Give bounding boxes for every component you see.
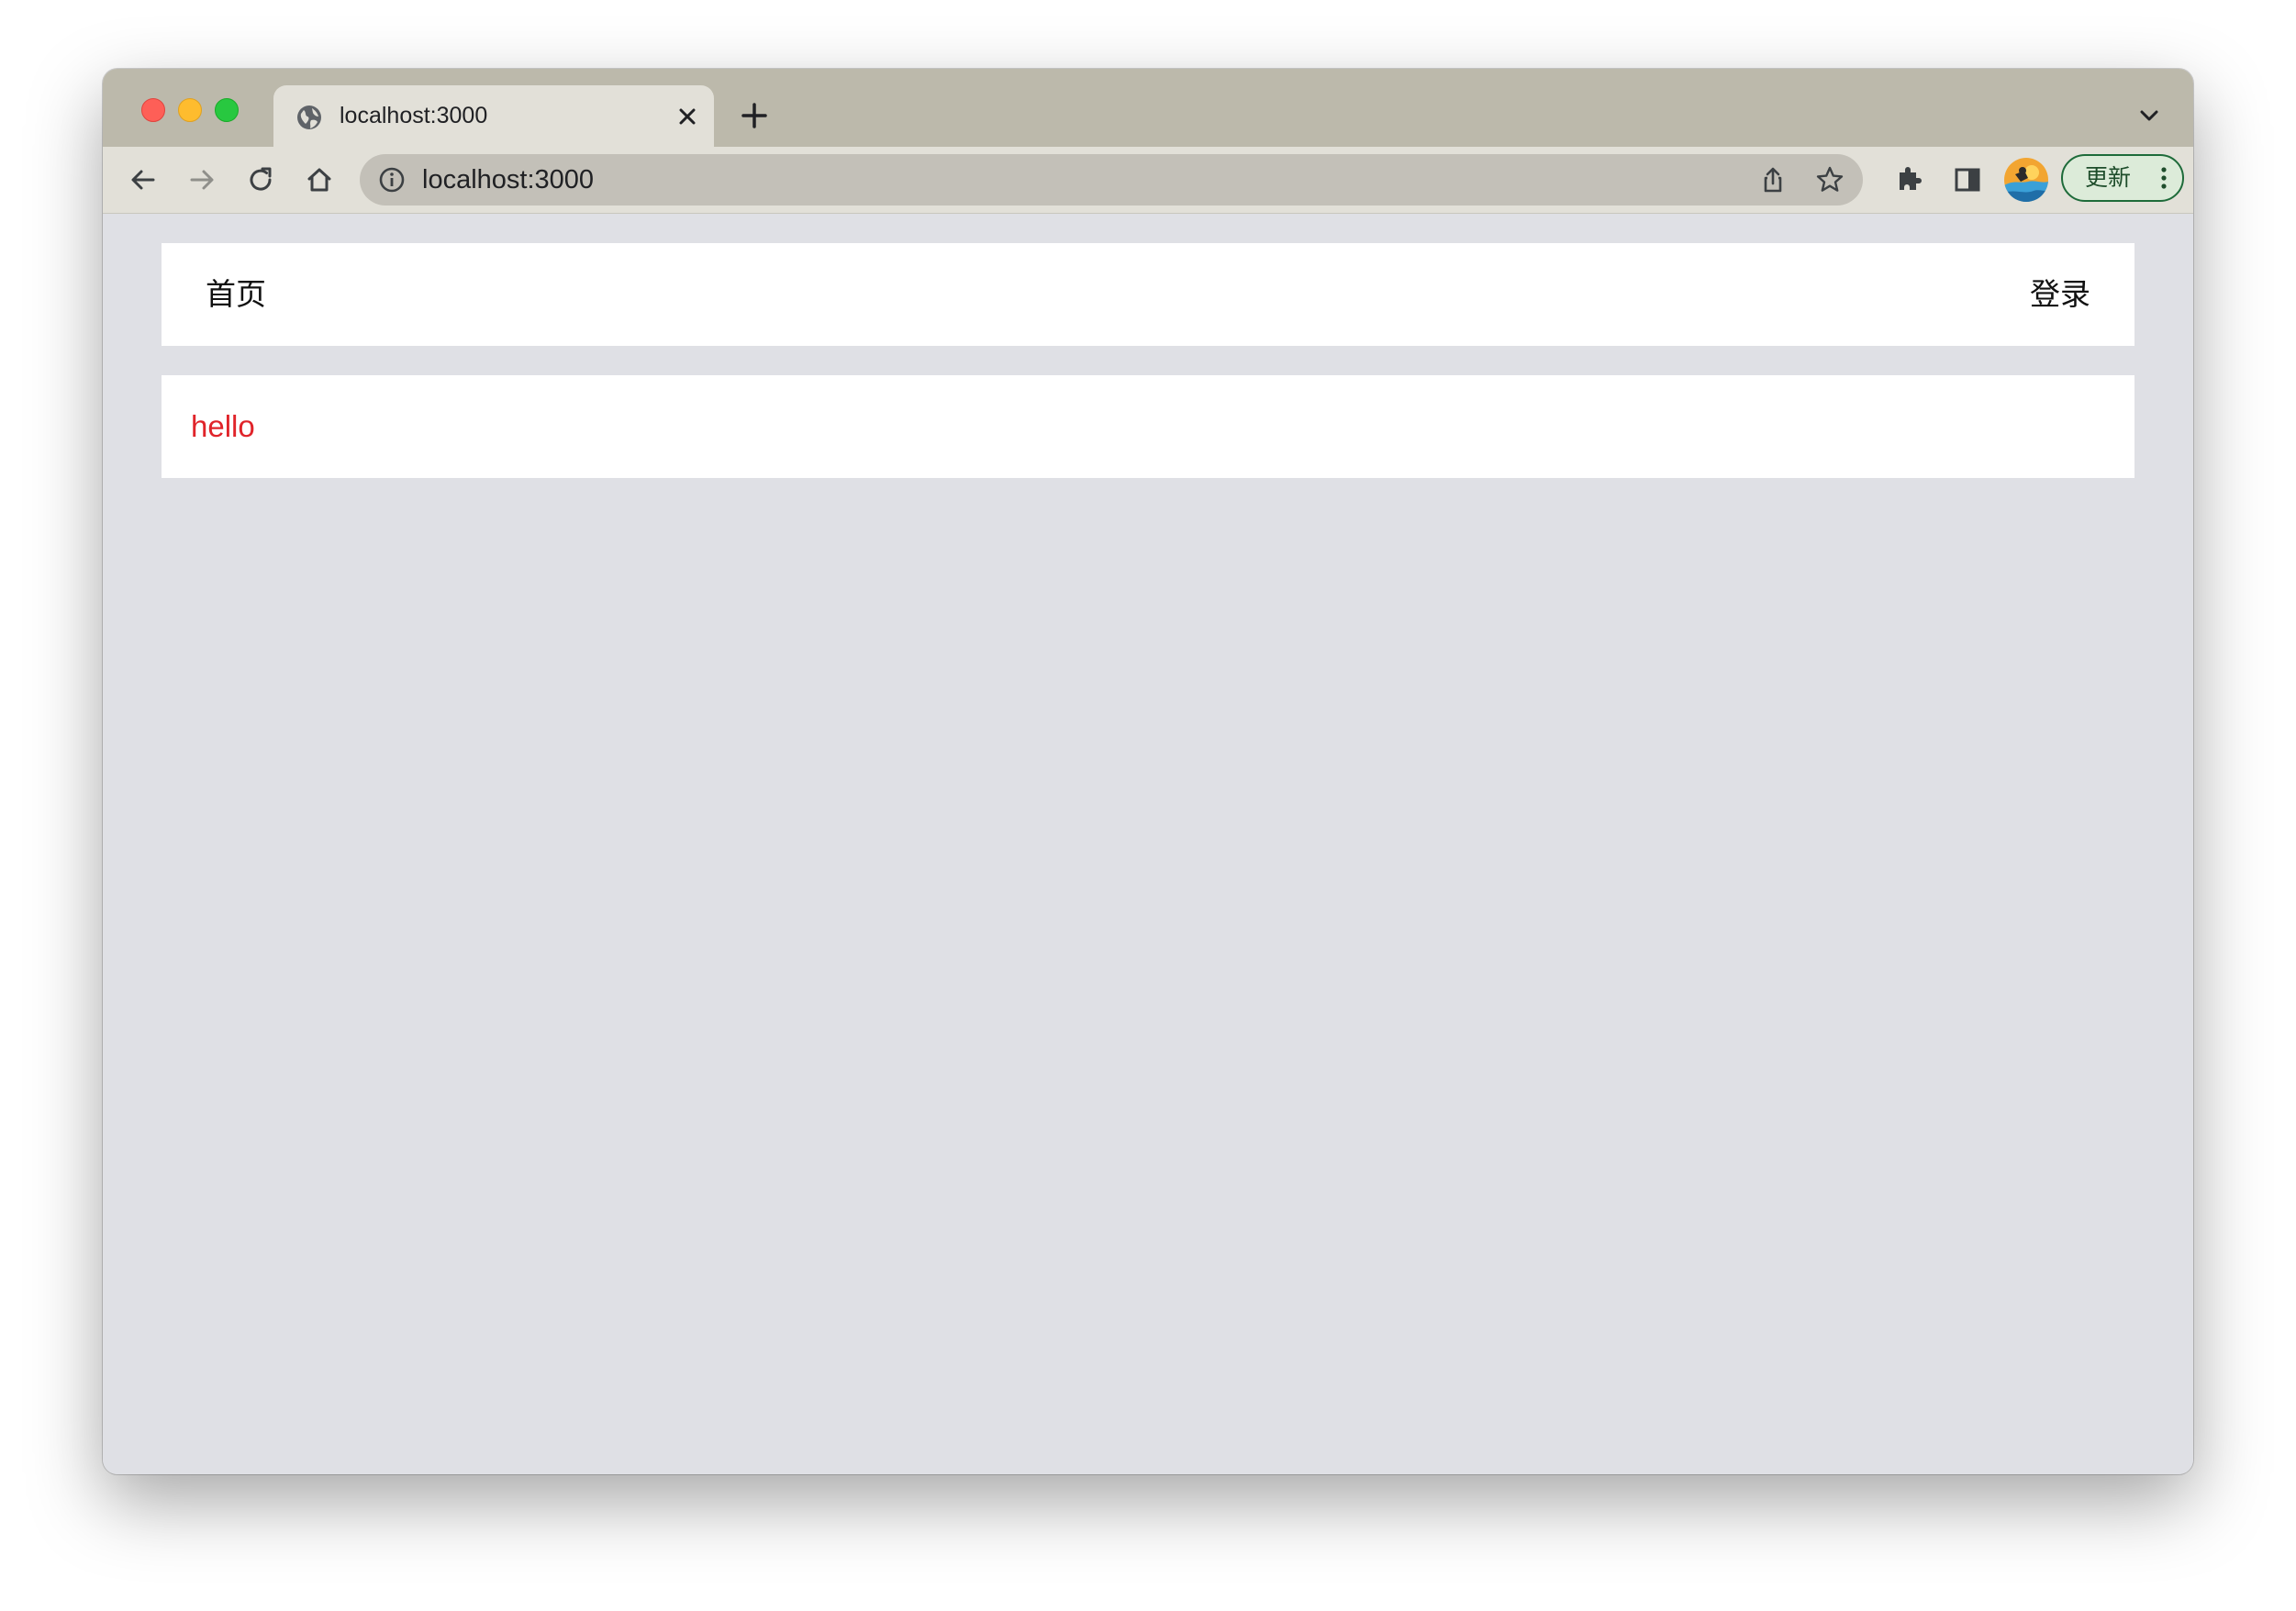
extensions-icon[interactable] (1890, 161, 1927, 198)
back-icon[interactable] (123, 160, 163, 200)
page-viewport: 首页 登录 hello (103, 214, 2193, 1474)
reload-icon[interactable] (240, 160, 281, 200)
nav-link-home[interactable]: 首页 (206, 243, 266, 346)
nav-link-login[interactable]: 登录 (2030, 243, 2090, 346)
content-text: hello (191, 409, 255, 443)
nav-bar: 首页 登录 (162, 243, 2134, 346)
chevron-down-icon[interactable] (2133, 99, 2166, 132)
maximize-window-button[interactable] (215, 98, 239, 122)
new-tab-icon[interactable] (736, 97, 773, 134)
browser-tab[interactable]: localhost:3000 (273, 85, 714, 147)
minimize-window-button[interactable] (178, 98, 202, 122)
tab-title: localhost:3000 (340, 103, 488, 128)
globe-icon (295, 104, 323, 131)
content-card: hello (162, 375, 2134, 478)
bookmark-star-icon[interactable] (1815, 165, 1845, 194)
address-bar[interactable]: localhost:3000 (360, 154, 1863, 206)
close-tab-icon[interactable] (674, 103, 701, 130)
home-icon[interactable] (299, 160, 340, 200)
forward-icon[interactable] (182, 160, 222, 200)
browser-window: localhost:3000 localhost:3000 更新 首页 登录 h… (103, 69, 2193, 1474)
browser-toolbar: localhost:3000 更新 (103, 147, 2193, 214)
address-bar-url[interactable]: localhost:3000 (422, 154, 594, 206)
title-bar: localhost:3000 (103, 69, 2193, 147)
more-vert-icon[interactable] (2158, 165, 2169, 191)
profile-avatar[interactable] (2004, 158, 2048, 202)
info-icon[interactable] (378, 166, 406, 194)
side-panel-icon[interactable] (1949, 161, 1986, 198)
update-button-label: 更新 (2085, 165, 2132, 191)
close-window-button[interactable] (141, 98, 165, 122)
update-button[interactable]: 更新 (2061, 154, 2184, 202)
share-icon[interactable] (1758, 165, 1788, 194)
